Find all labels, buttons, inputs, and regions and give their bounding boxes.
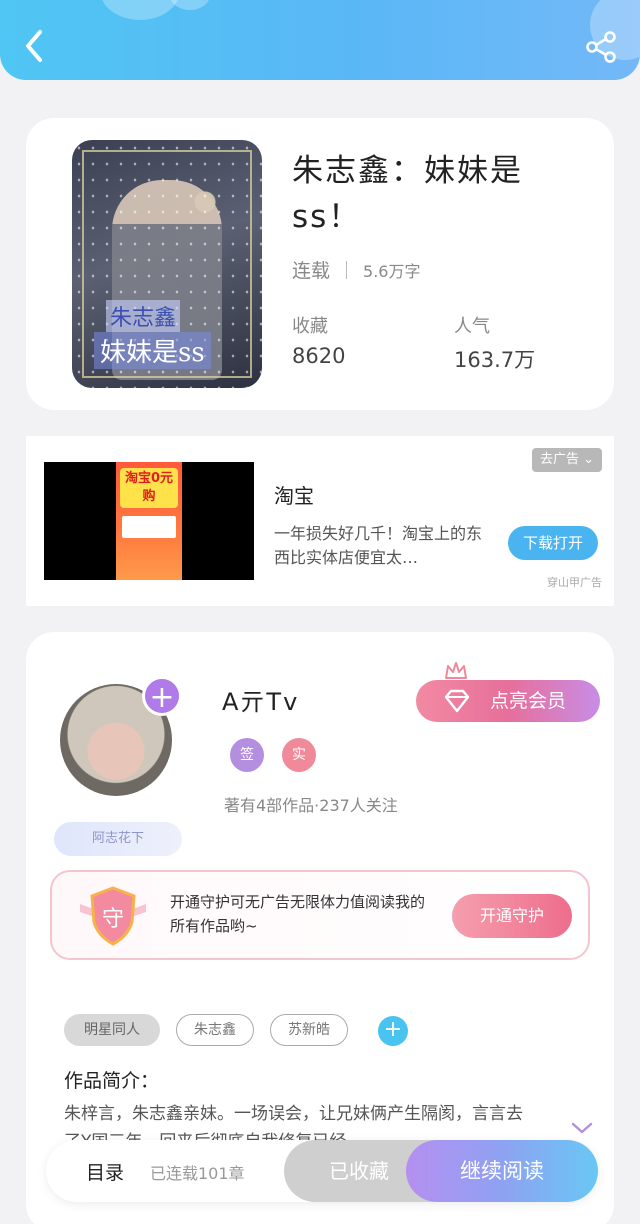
bottom-action-bar: 目录 已连载101章 已收藏 继续阅读 [46, 1140, 598, 1202]
decorative-bubble [100, 0, 180, 20]
back-arrow-icon[interactable] [20, 26, 50, 66]
ad-image-text: 淘宝0元购 [120, 468, 178, 508]
verified-badge: 实 [282, 738, 316, 772]
book-info-card: 朱志鑫 妹妹是ss 朱志鑫：妹妹是ss！ 连载 5.6万字 收藏 8620 人气 … [26, 118, 614, 410]
remove-ad-button[interactable]: 去广告 ⌄ [531, 448, 602, 472]
author-stats: 著有4部作品·237人关注 [224, 796, 398, 815]
book-cover[interactable]: 朱志鑫 妹妹是ss [72, 140, 262, 388]
fans-group-tag[interactable]: 阿志花下 [54, 822, 182, 856]
cover-text-line2: 妹妹是ss [94, 332, 211, 369]
guard-description: 开通守护可无广告无限体力值阅读我的所有作品哟~ [170, 893, 426, 935]
ad-source: 穿山甲广告 [547, 576, 602, 589]
book-title: 朱志鑫：妹妹是ss！ [292, 153, 523, 235]
guard-promo: 守 开通守护可无广告无限体力值阅读我的所有作品哟~ 开通守护 [50, 870, 590, 960]
guard-shield-icon: 守 [80, 886, 146, 946]
popularity-label: 人气 [454, 316, 490, 337]
ad-description: 一年损失好几千！淘宝上的东西比实体店便宜太… [274, 524, 483, 567]
diamond-icon [444, 689, 470, 713]
intro-title: 作品简介： [64, 1070, 160, 1092]
ad-image[interactable]: 淘宝0元购 [44, 462, 254, 580]
remove-ad-label: 去广告 [539, 452, 579, 467]
follow-plus-button[interactable]: + [142, 676, 182, 716]
add-tag-button[interactable]: + [378, 1016, 408, 1046]
author-card: + A亓Tv 点亮会员 签 实 著有4部作品·237人关注 阿志花下 守 开通守… [26, 632, 614, 1224]
meta-divider [346, 261, 348, 279]
toc-button[interactable]: 目录 [86, 1158, 124, 1185]
toc-status: 已连载101章 [150, 1164, 245, 1183]
ad-download-button[interactable]: 下载打开 [508, 526, 598, 560]
popularity-value: 163.7万 [454, 348, 536, 372]
book-meta: 连载 5.6万字 [292, 256, 420, 283]
tag-su-xinhao[interactable]: 苏新皓 [270, 1014, 348, 1046]
chevron-down-icon[interactable] [570, 1120, 594, 1136]
guard-shield-char: 守 [102, 907, 124, 932]
favorites-label: 收藏 [292, 316, 328, 337]
ad-phone-mockup: 淘宝0元购 [116, 462, 182, 580]
cover-text-line1: 朱志鑫 [106, 300, 181, 332]
author-name: A亓Tv [222, 688, 300, 716]
open-guard-button[interactable]: 开通守护 [452, 894, 572, 938]
top-bar [0, 0, 640, 80]
tag-zhu-zhixin[interactable]: 朱志鑫 [176, 1014, 254, 1046]
book-status: 连载 [292, 260, 331, 282]
decorative-bubble [170, 0, 210, 10]
continue-reading-button[interactable]: 继续阅读 [406, 1140, 598, 1202]
ad-title: 淘宝 [274, 484, 314, 508]
ad-banner[interactable]: 淘宝0元购 去广告 ⌄ 淘宝 一年损失好几千！淘宝上的东西比实体店便宜太… 下载… [26, 436, 614, 606]
signed-badge: 签 [230, 738, 264, 772]
tag-celebrity-fanfic[interactable]: 明星同人 [64, 1014, 160, 1046]
vip-button[interactable]: 点亮会员 [416, 680, 600, 722]
vip-label: 点亮会员 [490, 690, 567, 712]
crown-icon [445, 662, 467, 679]
share-icon[interactable] [584, 30, 618, 64]
intro-text: 朱梓言，朱志鑫亲妹。一场误会，让兄妹俩产生隔阂，言言去了Y国三年，回来后彻底自我… [64, 1104, 523, 1140]
favorites-value: 8620 [292, 344, 346, 368]
ad-phone-grid [122, 516, 176, 538]
book-word-count: 5.6万字 [363, 262, 421, 281]
